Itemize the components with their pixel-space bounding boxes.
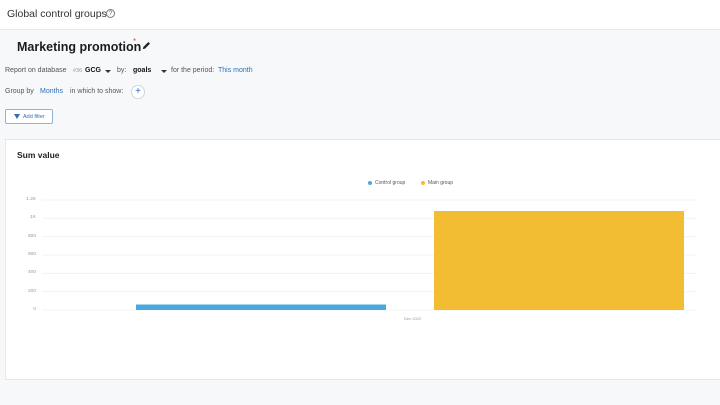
report-filters-row: Report on database #36 GCG by: goals for…	[5, 67, 305, 76]
y-tick-label: 1.2K	[26, 197, 36, 202]
funnel-icon	[14, 114, 20, 119]
pencil-icon[interactable]	[141, 40, 152, 51]
legend-swatch	[421, 181, 425, 185]
add-metric-button[interactable]: +	[131, 85, 145, 99]
legend-item[interactable]: Control group	[375, 180, 405, 186]
period-select[interactable]: This month	[218, 67, 253, 74]
question-circle-icon[interactable]: ?	[106, 9, 115, 18]
y-tick-label: 400	[27, 270, 36, 276]
top-bar: Global control groups ?	[0, 0, 720, 30]
bar-control-group[interactable]	[136, 304, 386, 311]
period-label: for the period:	[171, 67, 215, 74]
group-by-select[interactable]: Months	[40, 88, 63, 95]
y-tick-label: 600	[27, 252, 36, 257]
chevron-down-icon[interactable]	[161, 70, 167, 73]
legend-swatch	[368, 181, 372, 185]
group-by-label: Group by	[5, 88, 34, 95]
bar-main-group[interactable]	[434, 211, 684, 310]
bar-chart	[42, 199, 696, 311]
x-tick-label: Dec 2022	[404, 316, 422, 321]
chart-card: Sum value 0 200 400 600 800 1K 1.2K Dec 2022 Con…	[5, 139, 720, 380]
by-select[interactable]: goals	[133, 67, 151, 74]
y-tick-label: 200	[27, 288, 36, 294]
database-select[interactable]: GCG	[85, 67, 101, 74]
add-filter-button[interactable]: Add filter	[5, 109, 53, 124]
database-label: Report on database	[5, 67, 67, 74]
add-filter-label: Add filter	[23, 114, 45, 120]
y-tick-label: 800	[27, 233, 36, 239]
unsaved-marker: *	[133, 37, 137, 46]
y-tick-label: 0	[33, 307, 36, 312]
by-label: by:	[117, 67, 127, 74]
legend-item[interactable]: Main group	[428, 180, 453, 186]
group-by-row: Group by Months in which to show:	[5, 88, 145, 97]
app-title: Global control groups	[7, 8, 107, 20]
y-tick-label: 1K	[30, 215, 36, 221]
report-title[interactable]: Marketing promotion	[17, 40, 141, 54]
show-label: in which to show:	[70, 88, 124, 95]
chevron-down-icon[interactable]	[105, 70, 111, 73]
database-id: #36	[73, 68, 83, 74]
